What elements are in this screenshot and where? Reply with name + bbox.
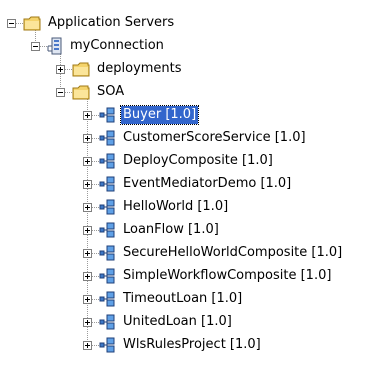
tree-connector [92,183,99,185]
expand-toggle-icon[interactable] [83,202,92,212]
collapse-toggle-icon[interactable] [56,87,65,97]
node-label: myConnection [70,38,164,53]
tree-connector [92,114,99,116]
tree-node-soa[interactable]: SOA [56,80,126,104]
node-label: WlsRulesProject [1.0] [123,337,261,352]
node-label: EventMediatorDemo [1.0] [123,176,292,191]
expand-toggle-icon[interactable] [83,110,92,120]
tree-node-application-servers[interactable]: Application Servers [7,11,176,35]
tree-node-composite[interactable]: SecureHelloWorldComposite [1.0] [83,241,344,265]
node-label: SOA [97,84,125,99]
node-label: SimpleWorkflowComposite [1.0] [123,268,332,283]
node-label: DeployComposite [1.0] [123,153,273,168]
application-server-tree: Application Servers myConnection deploym… [0,0,379,368]
server-connection-icon [47,37,62,55]
expand-toggle-icon[interactable] [56,64,65,74]
tree-connector [92,252,99,254]
composite-icon [99,176,115,192]
composite-icon [99,130,115,146]
node-label: SecureHelloWorldComposite [1.0] [123,245,343,260]
composite-icon [99,245,115,261]
composite-icon [99,268,115,284]
tree-node-composite[interactable]: LoanFlow [1.0] [83,218,221,242]
expand-toggle-icon[interactable] [83,248,92,258]
folder-icon [72,62,90,76]
composite-icon [99,107,115,123]
folder-icon [23,16,41,30]
expand-toggle-icon[interactable] [83,317,92,327]
expand-toggle-icon[interactable] [83,156,92,166]
composite-icon [99,291,115,307]
composite-icon [99,199,115,215]
collapse-toggle-icon[interactable] [7,18,16,28]
tree-connector [92,344,99,346]
tree-connector [92,275,99,277]
tree-node-composite[interactable]: SimpleWorkflowComposite [1.0] [83,264,333,288]
expand-toggle-icon[interactable] [83,340,92,350]
collapse-toggle-icon[interactable] [31,41,40,51]
composite-icon [99,222,115,238]
folder-icon [72,85,90,99]
expand-toggle-icon[interactable] [83,225,92,235]
tree-node-composite[interactable]: Buyer [1.0] [83,103,200,127]
tree-node-composite[interactable]: CustomerScoreService [1.0] [83,126,308,150]
tree-node-composite[interactable]: DeployComposite [1.0] [83,149,275,173]
tree-connector [65,91,72,93]
tree-connector [65,68,72,70]
node-label: LoanFlow [1.0] [123,222,219,237]
node-label: CustomerScoreService [1.0] [123,130,306,145]
tree-node-composite[interactable]: WlsRulesProject [1.0] [83,333,263,357]
tree-node-composite[interactable]: HelloWorld [1.0] [83,195,230,219]
expand-toggle-icon[interactable] [83,133,92,143]
node-label: UnitedLoan [1.0] [123,314,232,329]
tree-node-deployments[interactable]: deployments [56,57,184,81]
tree-connector [92,321,99,323]
composite-icon [99,337,115,353]
tree-node-my-connection[interactable]: myConnection [31,34,166,58]
tree-connector [92,206,99,208]
tree-connector [92,229,99,231]
tree-connector [40,45,47,47]
node-label: deployments [97,61,182,76]
tree-node-composite[interactable]: EventMediatorDemo [1.0] [83,172,293,196]
expand-toggle-icon[interactable] [83,179,92,189]
tree-connector [92,298,99,300]
node-label: HelloWorld [1.0] [123,199,229,214]
expand-toggle-icon[interactable] [83,294,92,304]
tree-connector [92,160,99,162]
expand-toggle-icon[interactable] [83,271,92,281]
tree-connector [92,137,99,139]
tree-connector [16,22,23,24]
composite-icon [99,314,115,330]
node-label: Application Servers [48,15,175,30]
tree-node-composite[interactable]: UnitedLoan [1.0] [83,310,234,334]
tree-node-composite[interactable]: TimeoutLoan [1.0] [83,287,244,311]
node-label: Buyer [1.0] [119,105,200,125]
composite-icon [99,153,115,169]
node-label: TimeoutLoan [1.0] [123,291,243,306]
